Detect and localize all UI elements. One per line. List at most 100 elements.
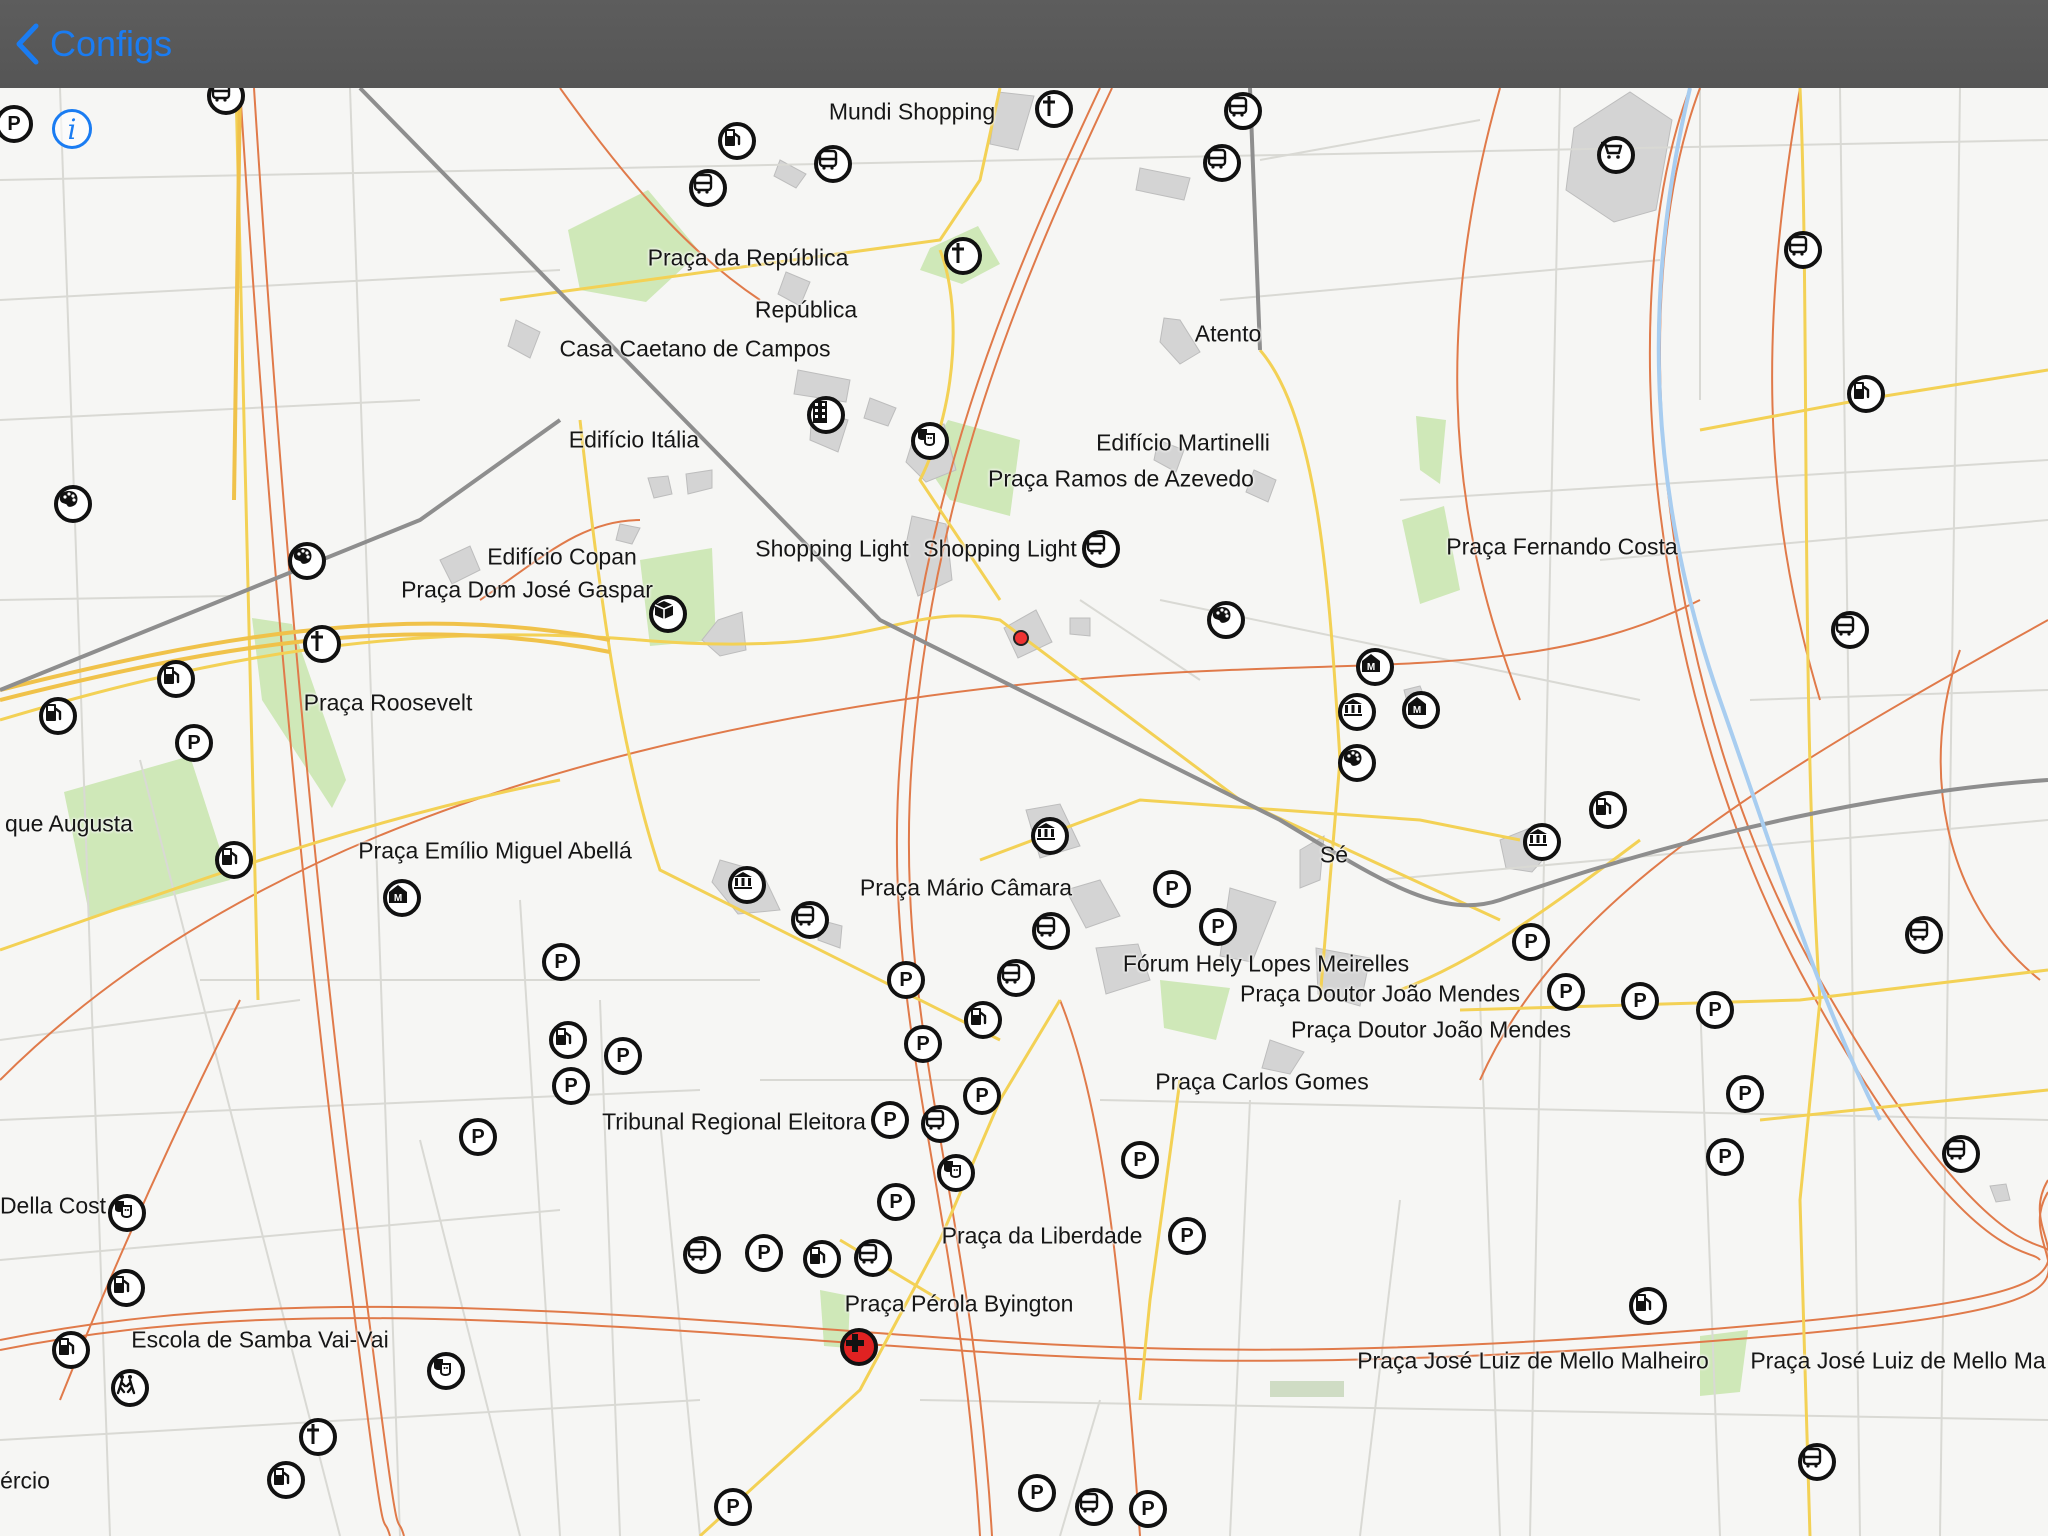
fuel-icon[interactable]: [39, 697, 77, 735]
bus-icon[interactable]: [814, 145, 852, 183]
chevron-left-icon: [16, 23, 39, 65]
parking-icon[interactable]: P: [1199, 908, 1237, 946]
map-place-label: Praça da Liberdade: [941, 1222, 1143, 1249]
church-icon[interactable]: [299, 1418, 337, 1456]
parking-icon[interactable]: P: [1706, 1138, 1744, 1176]
map-place-label: que Augusta: [5, 810, 133, 837]
map-place-label: Escola de Samba Vai-Vai: [131, 1326, 389, 1353]
parking-icon[interactable]: P: [175, 724, 213, 762]
museum-icon[interactable]: [1523, 823, 1561, 861]
parking-icon[interactable]: P: [1726, 1075, 1764, 1113]
info-icon: i: [67, 112, 77, 146]
parking-icon[interactable]: P: [1621, 982, 1659, 1020]
metro-icon[interactable]: M: [1402, 691, 1440, 729]
bus-icon[interactable]: [1798, 1443, 1836, 1481]
bus-icon[interactable]: [1075, 1488, 1113, 1526]
map-place-label: Edifício Martinelli: [1096, 429, 1270, 456]
bus-icon[interactable]: [1784, 231, 1822, 269]
fuel-icon[interactable]: [157, 660, 195, 698]
fuel-icon[interactable]: [107, 1269, 145, 1307]
museum-icon[interactable]: [1031, 817, 1069, 855]
bus-icon[interactable]: [683, 1236, 721, 1274]
bus-icon[interactable]: [791, 901, 829, 939]
office-building-icon[interactable]: [807, 396, 845, 434]
map-place-label: Tribunal Regional Eleitora: [602, 1108, 866, 1135]
map-place-label: Praça José Luiz de Mello Malheiro: [1357, 1347, 1709, 1374]
parking-icon[interactable]: P: [542, 943, 580, 981]
museum-icon[interactable]: [728, 866, 766, 904]
church-icon[interactable]: [944, 237, 982, 275]
playground-icon[interactable]: [111, 1369, 149, 1407]
parking-icon[interactable]: P: [1512, 923, 1550, 961]
church-icon[interactable]: [303, 625, 341, 663]
info-button[interactable]: i: [52, 109, 92, 149]
theater-icon[interactable]: [937, 1154, 975, 1192]
map-place-label: Edifício Copan: [487, 543, 637, 570]
parking-icon[interactable]: P: [1547, 973, 1585, 1011]
parking-icon[interactable]: P: [552, 1067, 590, 1105]
parking-icon[interactable]: P: [1153, 870, 1191, 908]
parking-icon[interactable]: P: [745, 1234, 783, 1272]
parking-icon[interactable]: P: [1018, 1474, 1056, 1512]
parking-icon[interactable]: P: [887, 961, 925, 999]
parking-icon[interactable]: P: [871, 1101, 909, 1139]
parking-icon[interactable]: P: [963, 1077, 1001, 1115]
church-icon[interactable]: [1035, 90, 1073, 128]
fuel-icon[interactable]: [803, 1240, 841, 1278]
museum-icon[interactable]: [1338, 693, 1376, 731]
map-place-label: República: [754, 296, 858, 323]
bus-icon[interactable]: [1831, 611, 1869, 649]
parking-icon[interactable]: P: [604, 1037, 642, 1075]
hospital-icon[interactable]: [840, 1328, 878, 1366]
map-place-label: Edifício Itália: [568, 426, 700, 453]
metro-icon[interactable]: M: [383, 879, 421, 917]
parking-icon[interactable]: P: [1168, 1217, 1206, 1255]
fuel-icon[interactable]: [52, 1331, 90, 1369]
parking-icon[interactable]: P: [904, 1025, 942, 1063]
bus-icon[interactable]: [1203, 144, 1241, 182]
parking-icon[interactable]: P: [1129, 1490, 1167, 1528]
shopping-cart-icon[interactable]: [1597, 136, 1635, 174]
bus-icon[interactable]: [921, 1105, 959, 1143]
fuel-icon[interactable]: [1589, 791, 1627, 829]
back-button[interactable]: Configs: [14, 18, 172, 70]
art-palette-icon[interactable]: [288, 542, 326, 580]
parking-icon[interactable]: P: [1696, 991, 1734, 1029]
bus-icon[interactable]: [854, 1239, 892, 1277]
theater-icon[interactable]: [911, 422, 949, 460]
map-view[interactable]: Mundi Shopping Praça da República Repúblic…: [0, 88, 2048, 1536]
fuel-icon[interactable]: [964, 1001, 1002, 1039]
parking-icon[interactable]: P: [1121, 1141, 1159, 1179]
metro-icon[interactable]: M: [1356, 648, 1394, 686]
bus-icon[interactable]: [1905, 916, 1943, 954]
theater-icon[interactable]: [108, 1194, 146, 1232]
map-place-label: Shopping Light: [755, 535, 909, 562]
bus-icon[interactable]: [689, 169, 727, 207]
bus-icon[interactable]: [1942, 1135, 1980, 1173]
art-palette-icon[interactable]: [54, 485, 92, 523]
theater-icon[interactable]: [427, 1352, 465, 1390]
map-place-label: Praça Pérola Byington: [844, 1290, 1074, 1317]
fuel-icon[interactable]: [215, 841, 253, 879]
fuel-icon[interactable]: [549, 1021, 587, 1059]
bus-icon[interactable]: [1082, 530, 1120, 568]
svg-text:M: M: [1367, 662, 1375, 673]
art-palette-icon[interactable]: [1338, 744, 1376, 782]
current-location-marker: [1013, 630, 1029, 646]
art-palette-icon[interactable]: [1207, 601, 1245, 639]
bus-icon[interactable]: [1224, 92, 1262, 130]
cube-icon[interactable]: [649, 595, 687, 633]
bus-icon[interactable]: [1032, 912, 1070, 950]
fuel-icon[interactable]: [267, 1461, 305, 1499]
parking-icon[interactable]: P: [459, 1118, 497, 1156]
map-place-label: Praça Mário Câmara: [859, 874, 1073, 901]
bus-icon[interactable]: [997, 959, 1035, 997]
map-place-label: Casa Caetano de Campos: [559, 335, 831, 362]
map-place-label: Praça da República: [647, 244, 849, 271]
fuel-icon[interactable]: [1629, 1287, 1667, 1325]
fuel-icon[interactable]: [718, 122, 756, 160]
parking-icon[interactable]: P: [714, 1488, 752, 1526]
parking-icon[interactable]: P: [877, 1183, 915, 1221]
map-place-label: Atento: [1194, 320, 1262, 347]
fuel-icon[interactable]: [1847, 375, 1885, 413]
